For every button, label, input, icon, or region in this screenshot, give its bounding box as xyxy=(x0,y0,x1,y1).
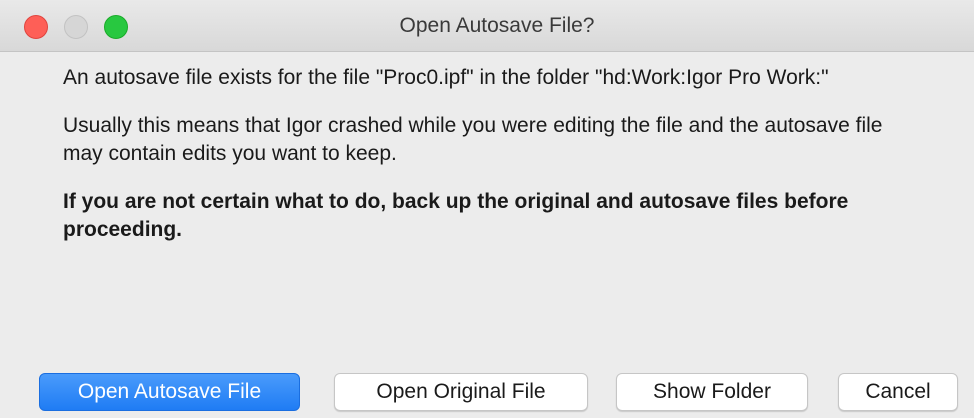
message-paragraph-1: An autosave file exists for the file "Pr… xyxy=(63,66,829,89)
dialog-window: Open Autosave File? An autosave file exi… xyxy=(0,0,974,418)
zoom-icon[interactable] xyxy=(104,15,128,39)
cancel-button[interactable]: Cancel xyxy=(838,373,958,411)
window-title: Open Autosave File? xyxy=(399,13,595,37)
title-bar: Open Autosave File? xyxy=(0,0,974,52)
open-original-button[interactable]: Open Original File xyxy=(334,373,588,411)
open-autosave-button[interactable]: Open Autosave File xyxy=(39,373,300,411)
close-icon[interactable] xyxy=(24,15,48,39)
warning-text: If you are not certain what to do, back … xyxy=(63,190,849,241)
message-paragraph-2: Usually this means that Igor crashed whi… xyxy=(63,114,883,165)
window-controls xyxy=(24,15,128,39)
message-body: An autosave file exists for the file "Pr… xyxy=(63,64,903,264)
minimize-icon xyxy=(64,15,88,39)
show-folder-button[interactable]: Show Folder xyxy=(616,373,808,411)
